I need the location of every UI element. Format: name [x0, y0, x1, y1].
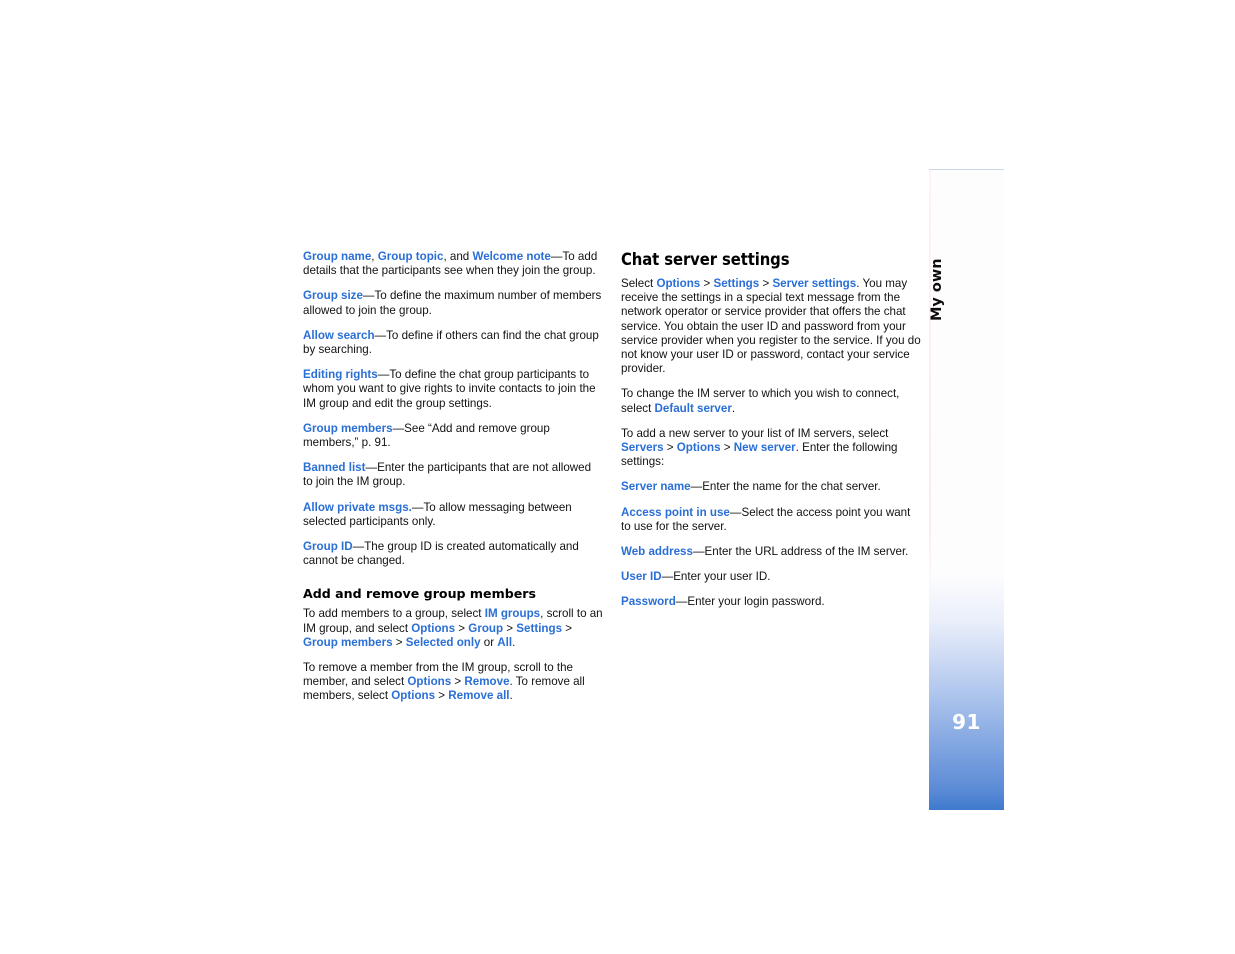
menu-path-term: Options	[391, 689, 436, 703]
chapter-tab: My own 91	[929, 169, 1004, 810]
paragraph-allow-private-msgs: Allow private msgs.—To allow messaging b…	[303, 501, 603, 529]
paragraph-password: Password—Enter your login password.	[621, 595, 921, 609]
menu-path-term: Default server	[654, 401, 732, 415]
paragraph-group-name-topic-welcome: Group name, Group topic, and Welcome not…	[303, 250, 603, 278]
paragraph-remove-members: To remove a member from the IM group, sc…	[303, 661, 603, 704]
page-number: 91	[952, 710, 981, 734]
menu-path-term: Group members	[303, 421, 393, 435]
menu-path-term: Options	[411, 621, 456, 635]
body-text: >	[759, 277, 773, 290]
menu-path-term: Options	[407, 675, 452, 689]
menu-path-term: Options	[676, 441, 721, 455]
menu-path-term: Web address	[621, 545, 693, 559]
body-text: >	[435, 689, 449, 703]
body-text: >	[451, 675, 465, 689]
paragraph-group-members: Group members—See “Add and remove group …	[303, 422, 603, 450]
body-text: To add members to a group, select	[303, 607, 485, 621]
paragraph-new-server: To add a new server to your list of IM s…	[621, 427, 921, 470]
right-column-paragraphs: Select Options > Settings > Server setti…	[621, 277, 921, 610]
menu-path-term: Server name	[621, 480, 691, 494]
paragraph-allow-search: Allow search—To define if others can fin…	[303, 329, 603, 357]
body-text: >	[455, 621, 469, 635]
chapter-tab-label: My own	[929, 258, 945, 322]
body-text: , and	[443, 250, 473, 263]
menu-path-term: Remove	[464, 675, 510, 689]
body-text: —Enter the URL address of the IM server.	[692, 545, 909, 559]
menu-path-term: New server	[733, 441, 796, 455]
right-text-column: Chat server settings Select Options > Se…	[621, 250, 921, 621]
body-text: . You may receive the settings in a spec…	[621, 277, 921, 376]
paragraph-editing-rights: Editing rights—To define the chat group …	[303, 368, 603, 411]
page-title: Chat server settings	[621, 250, 790, 269]
menu-path-term: Servers	[621, 441, 664, 455]
paragraph-default-server: To change the IM server to which you wis…	[621, 387, 921, 415]
body-text: or	[480, 635, 498, 649]
paragraph-web-address: Web address—Enter the URL address of the…	[621, 545, 921, 559]
menu-path-term: Server settings	[772, 277, 857, 290]
menu-path-term: Allow private msgs.	[303, 500, 412, 514]
left-column-paragraphs: Group name, Group topic, and Welcome not…	[303, 250, 603, 568]
menu-path-term: Group members	[303, 635, 393, 649]
body-text: .	[512, 635, 516, 649]
body-text: >	[663, 441, 677, 455]
paragraph-banned-list: Banned list—Enter the participants that …	[303, 461, 603, 489]
paragraph-group-size: Group size—To define the maximum number …	[303, 289, 603, 317]
menu-path-term: Password	[621, 595, 676, 609]
body-text: To add a new server to your list of IM s…	[621, 426, 889, 440]
paragraph-user-id: User ID—Enter your user ID.	[621, 570, 921, 584]
menu-path-term: Group	[468, 621, 504, 635]
menu-path-term: All	[497, 635, 513, 649]
menu-path-term: Allow search	[303, 328, 375, 342]
menu-path-term: Group size	[303, 289, 363, 303]
body-text: >	[503, 621, 517, 635]
menu-path-term: Editing rights	[303, 368, 378, 382]
menu-path-term: Settings	[516, 621, 563, 635]
menu-path-term: Banned list	[303, 461, 366, 475]
left-text-column: Group name, Group topic, and Welcome not…	[303, 250, 603, 715]
paragraph-access-point-in-use: Access point in use—Select the access po…	[621, 506, 921, 534]
body-text: .	[509, 689, 513, 703]
document-page: Group name, Group topic, and Welcome not…	[0, 0, 1235, 954]
body-text: —Enter your user ID.	[661, 570, 771, 584]
body-text: >	[720, 441, 734, 455]
body-text: —Enter your login password.	[675, 595, 825, 609]
menu-path-term: Options	[656, 277, 701, 290]
subheading-add-remove-group-members: Add and remove group members	[303, 586, 536, 602]
paragraph-add-members: To add members to a group, select IM gro…	[303, 607, 603, 650]
body-text: Select	[621, 277, 657, 290]
left-column-paragraphs-after: To add members to a group, select IM gro…	[303, 607, 603, 703]
menu-path-term: Access point in use	[621, 505, 730, 519]
menu-path-term: Settings	[713, 277, 760, 290]
body-text: .	[731, 401, 736, 415]
body-text: >	[700, 277, 714, 290]
menu-path-term: Group topic	[377, 250, 444, 263]
menu-path-term: Welcome note	[472, 250, 551, 263]
paragraph-server-name: Server name—Enter the name for the chat …	[621, 480, 921, 494]
menu-path-term: Group name	[303, 250, 372, 263]
body-text: >	[562, 621, 573, 635]
body-text: >	[392, 635, 406, 649]
menu-path-term: IM groups	[484, 607, 541, 621]
paragraph-select-server-settings: Select Options > Settings > Server setti…	[621, 277, 921, 376]
paragraph-group-id: Group ID—The group ID is created automat…	[303, 540, 603, 568]
menu-path-term: User ID	[621, 570, 662, 584]
body-text: —Enter the name for the chat server.	[690, 480, 881, 494]
menu-path-term: Selected only	[405, 635, 481, 649]
menu-path-term: Group ID	[303, 540, 353, 554]
menu-path-term: Remove all	[448, 689, 510, 703]
